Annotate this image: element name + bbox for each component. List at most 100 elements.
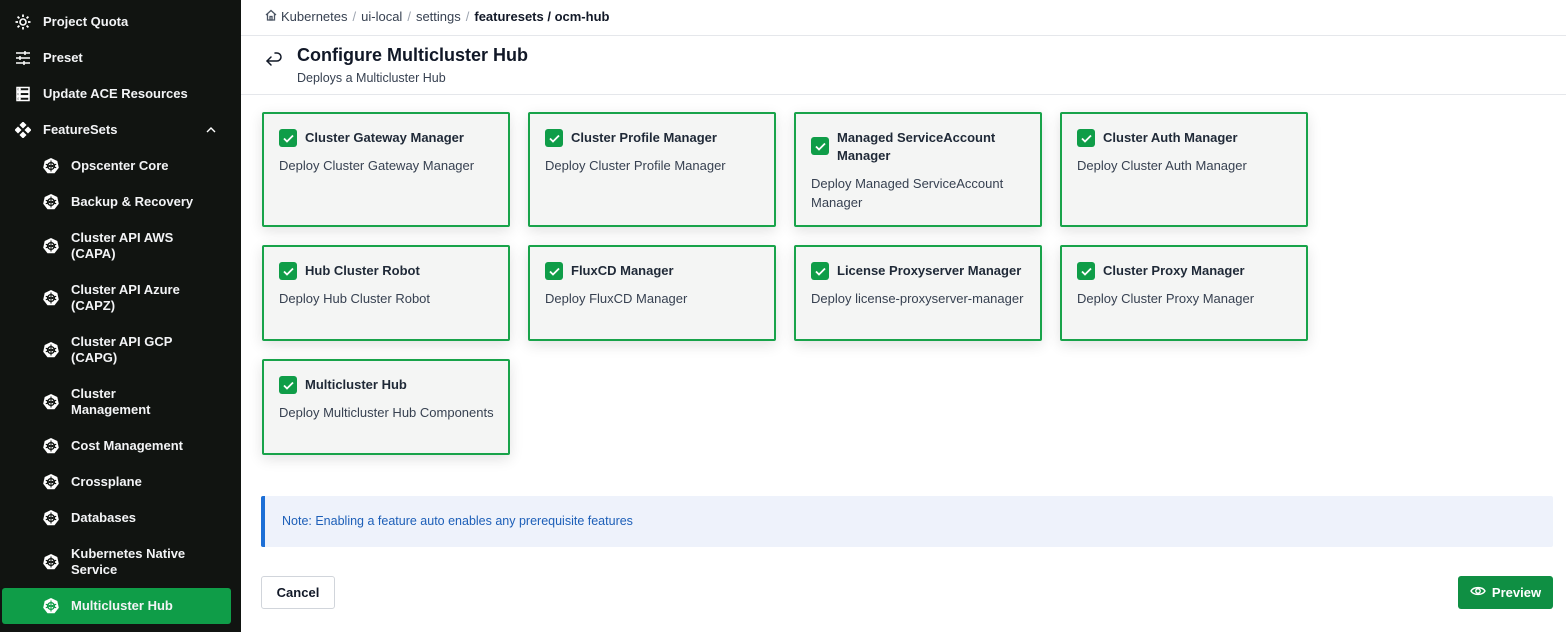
preview-button[interactable]: Preview [1458,576,1553,609]
feature-card-multicluster-hub[interactable]: Multicluster Hub Deploy Multicluster Hub… [262,359,510,455]
sidebar-item-cluster-api-gcp[interactable]: Cluster API GCP (CAPG) [0,333,241,367]
breadcrumb-item[interactable]: ui-local [361,9,402,24]
kubernetes-icon [42,393,60,411]
feature-title: Multicluster Hub [305,377,407,392]
kubernetes-icon [42,289,60,307]
kubernetes-icon [42,157,60,175]
checkbox-checked-icon[interactable] [1077,262,1095,280]
kubernetes-icon [42,437,60,455]
sidebar-item-project-quota[interactable]: Project Quota [0,12,241,32]
gear-icon [14,13,32,31]
sidebar-item-cluster-management[interactable]: Cluster Management [0,385,241,419]
sidebar-item-featuresets[interactable]: FeatureSets [0,120,241,140]
server-icon [14,85,32,103]
sidebar-item-crossplane[interactable]: Crossplane [0,472,241,492]
feature-title: License Proxyserver Manager [837,263,1022,278]
feature-description: Deploy Cluster Auth Manager [1077,158,1247,173]
breadcrumb-item[interactable]: Kubernetes [281,9,348,24]
sidebar-item-label: Update ACE Resources [43,86,188,101]
feature-card-license-proxyserver-manager[interactable]: License Proxyserver Manager Deploy licen… [794,245,1042,341]
kubernetes-icon [42,597,60,615]
eye-icon [1470,585,1486,600]
sidebar-item-label: Project Quota [43,14,129,29]
feature-description: Deploy license-proxyserver-manager [811,291,1024,306]
kubernetes-icon [42,341,60,359]
sidebar-item-cluster-api-aws[interactable]: Cluster API AWS (CAPA) [0,229,241,263]
feature-description: Deploy Cluster Profile Manager [545,158,726,173]
sidebar-item-cost-management[interactable]: Cost Management [0,436,241,456]
feature-title: Cluster Profile Manager [571,130,717,145]
sidebar-item-label: Multicluster Hub [71,598,173,613]
sliders-icon [14,49,32,67]
feature-description: Deploy Managed ServiceAccount Manager [811,176,1004,210]
back-arrow-icon[interactable] [263,49,285,71]
sidebar-item-label: Crossplane [71,474,142,489]
sidebar-item-kubernetes-native-service[interactable]: Kubernetes Native Service [0,545,241,579]
breadcrumb-separator: / [407,9,411,24]
checkbox-checked-icon[interactable] [1077,129,1095,147]
page-title: Configure Multicluster Hub [297,45,528,65]
kubernetes-icon [42,237,60,255]
kubernetes-icon [42,509,60,527]
sidebar-item-label: Preset [43,50,83,65]
sidebar: Project Quota Preset Update ACE Resource… [0,0,241,632]
sidebar-item-multicluster-hub[interactable]: Multicluster Hub [2,588,231,624]
feature-title: Cluster Gateway Manager [305,130,464,145]
sidebar-item-label: Cluster Management [71,386,151,417]
feature-description: Deploy Multicluster Hub Components [279,405,494,420]
home-icon[interactable] [265,9,277,24]
checkbox-checked-icon[interactable] [811,262,829,280]
sidebar-item-update-ace-resources[interactable]: Update ACE Resources [0,84,241,104]
feature-title: Cluster Proxy Manager [1103,263,1245,278]
page-subtitle: Deploys a Multicluster Hub [297,71,446,85]
sidebar-item-label: Kubernetes Native Service [71,546,186,577]
feature-card-fluxcd-manager[interactable]: FluxCD Manager Deploy FluxCD Manager [528,245,776,341]
feature-card-cluster-proxy-manager[interactable]: Cluster Proxy Manager Deploy Cluster Pro… [1060,245,1308,341]
feature-title: FluxCD Manager [571,263,674,278]
sidebar-item-preset[interactable]: Preset [0,48,241,68]
sidebar-item-label: Cluster API Azure (CAPZ) [71,282,180,313]
feature-card-hub-cluster-robot[interactable]: Hub Cluster Robot Deploy Hub Cluster Rob… [262,245,510,341]
kubernetes-icon [42,473,60,491]
breadcrumb-item[interactable]: settings [416,9,461,24]
sidebar-item-label: Opscenter Core [71,158,169,173]
checkbox-checked-icon[interactable] [279,376,297,394]
preview-button-label: Preview [1491,585,1542,600]
sidebar-item-label: Backup & Recovery [71,194,194,209]
sidebar-item-backup-recovery[interactable]: Backup & Recovery [0,192,241,212]
kubernetes-icon [42,553,60,571]
sidebar-item-label: FeatureSets [43,122,118,137]
sidebar-item-opscenter-core[interactable]: Opscenter Core [0,156,241,176]
feature-description: Deploy FluxCD Manager [545,291,688,306]
feature-card-managed-serviceaccount-manager[interactable]: Managed ServiceAccount Manager Deploy Ma… [794,112,1042,227]
checkbox-checked-icon[interactable] [545,129,563,147]
chevron-up-icon[interactable] [205,124,217,136]
featuresets-icon [14,121,32,139]
checkbox-checked-icon[interactable] [545,262,563,280]
feature-description: Deploy Cluster Proxy Manager [1077,291,1255,306]
sidebar-item-databases[interactable]: Databases [0,508,241,528]
feature-description: Deploy Hub Cluster Robot [279,291,431,306]
feature-card-cluster-auth-manager[interactable]: Cluster Auth Manager Deploy Cluster Auth… [1060,112,1308,227]
sidebar-item-label: Cluster API AWS (CAPA) [71,230,174,261]
topbar: Kubernetes / ui-local / settings / featu… [241,0,1566,36]
info-note-text: Note: Enabling a feature auto enables an… [282,514,633,528]
cancel-button[interactable]: Cancel [261,576,335,609]
feature-description: Deploy Cluster Gateway Manager [279,158,475,173]
feature-title: Cluster Auth Manager [1103,130,1238,145]
feature-title: Hub Cluster Robot [305,263,420,278]
checkbox-checked-icon[interactable] [279,262,297,280]
sidebar-item-label: Databases [71,510,137,525]
breadcrumb-current: featuresets / ocm-hub [474,9,610,24]
feature-card-cluster-gateway-manager[interactable]: Cluster Gateway Manager Deploy Cluster G… [262,112,510,227]
feature-card-cluster-profile-manager[interactable]: Cluster Profile Manager Deploy Cluster P… [528,112,776,227]
checkbox-checked-icon[interactable] [279,129,297,147]
sidebar-item-cluster-api-azure[interactable]: Cluster API Azure (CAPZ) [0,281,241,315]
sidebar-item-label: Cost Management [71,438,183,453]
sidebar-item-label: Cluster API GCP (CAPG) [71,334,173,365]
breadcrumb: Kubernetes / ui-local / settings / featu… [265,9,609,24]
breadcrumb-separator: / [465,9,470,24]
checkbox-checked-icon[interactable] [811,137,829,155]
info-note: Note: Enabling a feature auto enables an… [261,496,1553,547]
page-header: Configure Multicluster Hub Deploys a Mul… [241,36,1566,95]
